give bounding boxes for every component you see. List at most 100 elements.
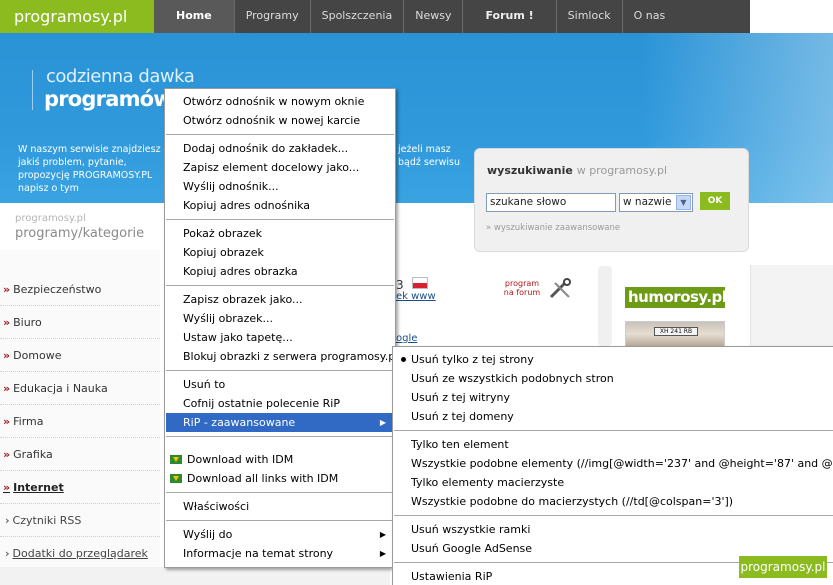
submenu-item-label: Usuń tylko z tej strony bbox=[411, 353, 534, 366]
menu-item-label: Informacje na temat strony bbox=[183, 547, 334, 560]
arrow-icon: » bbox=[3, 481, 11, 494]
tagline-divider bbox=[32, 70, 33, 110]
nav-forum[interactable]: Forum ! bbox=[463, 0, 557, 33]
menu-item-label: Download all links with IDM bbox=[187, 472, 339, 485]
category-item[interactable]: » Biuro bbox=[0, 306, 160, 339]
program-link-fragment[interactable]: ek www bbox=[396, 291, 436, 302]
menu-item-send-to[interactable]: Wyślij do ▶ bbox=[166, 525, 394, 544]
menu-item-page-info[interactable]: Informacje na temat strony ▶ bbox=[166, 544, 394, 563]
arrow-icon: › bbox=[5, 547, 10, 560]
search-title-main: wyszukiwanie bbox=[487, 164, 573, 177]
menu-item-save-image[interactable]: Zapisz obrazek jako... bbox=[166, 290, 394, 309]
category-item[interactable]: » Edukacja i Nauka bbox=[0, 372, 160, 405]
search-ok-button[interactable]: OK bbox=[700, 192, 730, 210]
arrow-icon: » bbox=[3, 448, 11, 461]
search-scope-select[interactable]: w nazwie ▼ bbox=[619, 193, 693, 212]
menu-item-open-new-tab[interactable]: Otwórz odnośnik w nowej karcie bbox=[166, 111, 394, 130]
intro-text-right: jeżeli masz bądź serwisu bbox=[398, 144, 460, 168]
watermark-logo: programosy.pl bbox=[739, 556, 827, 578]
content-divider bbox=[598, 266, 612, 346]
subcategory-item[interactable]: › Czytniki RSS bbox=[0, 504, 160, 537]
category-item[interactable]: » Domowe bbox=[0, 339, 160, 372]
submenu-arrow-icon: ▶ bbox=[379, 418, 386, 427]
menu-separator bbox=[394, 515, 833, 516]
right-side-panel bbox=[750, 265, 833, 347]
menu-item-download-all-idm[interactable]: Download all links with IDM bbox=[166, 469, 394, 488]
menu-item-copy-image[interactable]: Kopiuj obrazek bbox=[166, 243, 394, 262]
radio-bullet-icon bbox=[401, 357, 406, 362]
arrow-icon: » bbox=[3, 415, 11, 428]
category-item-internet[interactable]: » Internet bbox=[0, 471, 160, 504]
menu-item-send-image[interactable]: Wyślij obrazek... bbox=[166, 309, 394, 328]
subcategory-label: Czytniki RSS bbox=[12, 514, 82, 527]
nav-newsy[interactable]: Newsy bbox=[404, 0, 464, 33]
intro-text: W naszym serwisie znajdziesz jakiś probl… bbox=[18, 144, 161, 194]
menu-item-undo-rip[interactable]: Cofnij ostatnie polecenie RiP bbox=[166, 394, 394, 413]
menu-item-copy-link[interactable]: Kopiuj adres odnośnika bbox=[166, 196, 394, 215]
menu-separator bbox=[166, 520, 394, 521]
main-nav: Home Programy Spolszczenia Newsy Forum !… bbox=[154, 0, 676, 33]
menu-item-label: RiP - zaawansowane bbox=[183, 416, 296, 429]
subcategory-item[interactable]: ›Dodatki do przeglądarek www bbox=[0, 537, 160, 585]
nav-home[interactable]: Home bbox=[154, 0, 235, 33]
license-plate-text: XH 241 RB bbox=[654, 327, 698, 336]
menu-item-rip-advanced[interactable]: RiP - zaawansowane ▶ bbox=[166, 413, 394, 432]
categories-heading: programy/kategorie bbox=[15, 226, 145, 241]
menu-item-copy-image-address[interactable]: Kopiuj adres obrazka bbox=[166, 262, 394, 281]
category-item[interactable]: » Grafika bbox=[0, 438, 160, 471]
submenu-item-remove-similar-pages[interactable]: Usuń ze wszystkich podobnych stron bbox=[394, 369, 833, 388]
search-title-suffix: w programosy.pl bbox=[576, 164, 668, 177]
menu-item-label: Download with IDM bbox=[187, 453, 294, 466]
menu-item-set-wallpaper[interactable]: Ustaw jako tapetę... bbox=[166, 328, 394, 347]
program-forum-link[interactable]: program na forum bbox=[502, 279, 542, 297]
menu-item-properties[interactable]: Właściwości bbox=[166, 497, 394, 516]
submenu-item-all-similar-elements[interactable]: Wszystkie podobne elementy (//img[@width… bbox=[394, 454, 833, 473]
chevron-down-icon[interactable]: ▼ bbox=[676, 195, 691, 210]
site-logo[interactable]: programosy.pl bbox=[0, 0, 154, 33]
advanced-search-link[interactable]: » wyszukiwanie zaawansowane bbox=[486, 223, 620, 233]
submenu-item-remove-frames[interactable]: Usuń wszystkie ramki bbox=[394, 520, 833, 539]
arrow-icon: » bbox=[3, 283, 11, 296]
nav-simlock[interactable]: Simlock bbox=[557, 0, 623, 33]
menu-separator bbox=[166, 436, 394, 437]
submenu-item-remove-site[interactable]: Usuń z tej witryny bbox=[394, 388, 833, 407]
submenu-item-parent-elements[interactable]: Tylko elementy macierzyste bbox=[394, 473, 833, 492]
arrow-icon: » bbox=[3, 382, 11, 395]
search-input[interactable]: szukane słowo bbox=[486, 193, 616, 212]
idm-download-icon bbox=[170, 474, 182, 483]
menu-item-bookmark-link[interactable]: Dodaj odnośnik do zakładek... bbox=[166, 139, 394, 158]
nav-spolszczenia[interactable]: Spolszczenia bbox=[311, 0, 405, 33]
menu-item-save-target[interactable]: Zapisz element docelowy jako... bbox=[166, 158, 394, 177]
program-link-fragment-2[interactable]: ogle bbox=[396, 333, 417, 344]
arrow-icon: » bbox=[3, 316, 11, 329]
category-label: Internet bbox=[13, 481, 64, 494]
submenu-item-only-this-element[interactable]: Tylko ten element bbox=[394, 435, 833, 454]
humorosy-logo[interactable]: humorosy.pl bbox=[625, 287, 727, 308]
forum-tools-icon bbox=[549, 278, 571, 299]
menu-item-send-link[interactable]: Wyślij odnośnik... bbox=[166, 177, 394, 196]
category-label: Edukacja i Nauka bbox=[13, 382, 108, 395]
menu-separator bbox=[166, 134, 394, 135]
tagline-line1: codzienna dawka bbox=[46, 66, 195, 87]
category-label: Firma bbox=[13, 415, 44, 428]
program-rating-fragment: 3 bbox=[396, 278, 404, 292]
category-item[interactable]: » Bezpieczeństwo bbox=[0, 273, 160, 306]
category-item[interactable]: » Firma bbox=[0, 405, 160, 438]
menu-item-download-idm[interactable]: Download with IDM bbox=[166, 450, 394, 469]
menu-separator bbox=[166, 285, 394, 286]
submenu-item-remove-domain[interactable]: Usuń z tej domeny bbox=[394, 407, 833, 426]
menu-item-remove-this[interactable]: Usuń to bbox=[166, 375, 394, 394]
nav-programy[interactable]: Programy bbox=[235, 0, 311, 33]
nav-o-nas[interactable]: O nas bbox=[623, 0, 677, 33]
menu-separator bbox=[166, 370, 394, 371]
idm-download-icon bbox=[170, 455, 182, 464]
category-label: Biuro bbox=[13, 316, 42, 329]
top-right-blank bbox=[750, 0, 833, 33]
menu-item-block-images[interactable]: Blokuj obrazki z serwera programosy.pl bbox=[166, 347, 398, 366]
humor-thumbnail[interactable]: XH 241 RB bbox=[625, 321, 725, 347]
arrow-icon: › bbox=[5, 514, 10, 527]
menu-item-show-image[interactable]: Pokaż obrazek bbox=[166, 224, 394, 243]
submenu-item-similar-parents[interactable]: Wszystkie podobne do macierzystych (//td… bbox=[394, 492, 833, 511]
submenu-item-remove-this-page[interactable]: Usuń tylko z tej strony bbox=[394, 350, 833, 369]
menu-item-open-new-window[interactable]: Otwórz odnośnik w nowym oknie bbox=[166, 92, 394, 111]
